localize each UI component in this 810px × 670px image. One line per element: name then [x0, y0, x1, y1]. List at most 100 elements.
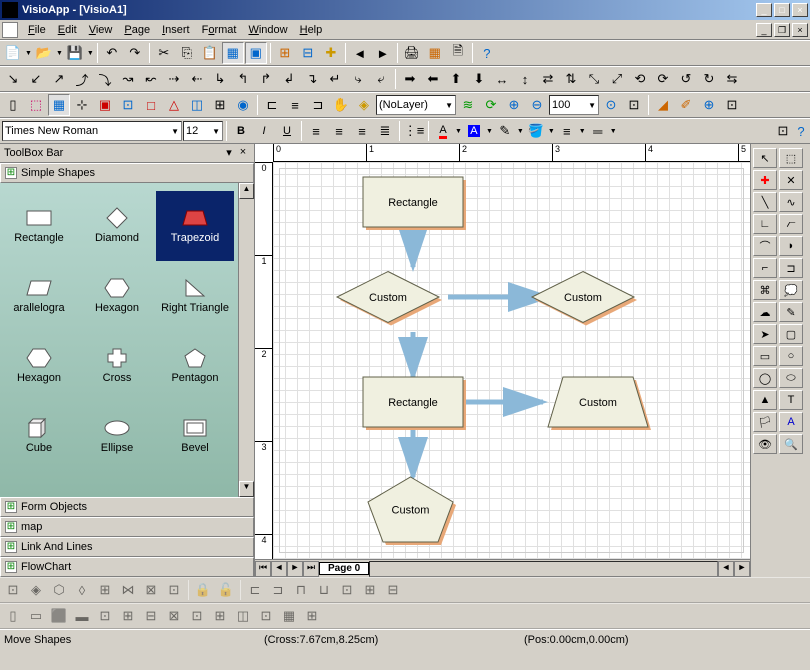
arrow-14[interactable]: ↻: [698, 68, 720, 90]
next-button[interactable]: ►: [372, 42, 394, 64]
layer-combo[interactable]: (NoLayer)▼: [376, 95, 456, 115]
undo-button[interactable]: ↶: [101, 42, 123, 64]
snap-8[interactable]: ◉: [232, 94, 254, 116]
shape-item-diamond[interactable]: Diamond: [78, 191, 156, 261]
fillcolor-button[interactable]: 🪣: [525, 120, 547, 142]
rtool-image[interactable]: ▲: [753, 390, 777, 410]
aux-a[interactable]: ⊡: [774, 120, 792, 142]
shape-item-bevel[interactable]: Bevel: [156, 401, 234, 471]
tool-a-button[interactable]: ▦: [222, 42, 244, 64]
zoomout-button[interactable]: ⊖: [526, 94, 548, 116]
align-left-button[interactable]: ≡: [305, 120, 327, 142]
rtool-ellipse[interactable]: ◯: [753, 368, 777, 388]
maximize-button[interactable]: □: [774, 3, 790, 17]
rtool-eye[interactable]: 👁: [753, 434, 777, 454]
arrow-9[interactable]: ⤡: [583, 68, 605, 90]
shape-item-trapezoid[interactable]: Trapezoid: [156, 191, 234, 261]
arrow-3[interactable]: ⬆: [445, 68, 467, 90]
zoom-fit[interactable]: ⊙: [600, 94, 622, 116]
tab-next[interactable]: ►: [287, 561, 303, 577]
menu-file[interactable]: File: [22, 22, 52, 38]
b1-9[interactable]: ⊏: [244, 579, 266, 601]
b1-unlock[interactable]: 🔓: [215, 579, 237, 601]
cut-button[interactable]: ✂: [153, 42, 175, 64]
b1-3[interactable]: ⬡: [48, 579, 70, 601]
conn-13[interactable]: ↲: [278, 68, 300, 90]
preview-button[interactable]: 🗎: [447, 42, 469, 64]
tab-first[interactable]: ⏮: [255, 561, 271, 577]
b1-13[interactable]: ⊡: [336, 579, 358, 601]
linestyle-button[interactable]: ≡: [556, 120, 578, 142]
rtool-search[interactable]: 🔍: [779, 434, 803, 454]
rtool-line[interactable]: ╲: [753, 192, 777, 212]
save-button[interactable]: 💾: [64, 42, 86, 64]
b1-8[interactable]: ⊡: [163, 579, 185, 601]
b1-11[interactable]: ⊓: [290, 579, 312, 601]
rtool-circle[interactable]: ○: [779, 346, 803, 366]
shape-item-rectangle[interactable]: Rectangle: [0, 191, 78, 261]
arrow-6[interactable]: ↕: [514, 68, 536, 90]
conn-11[interactable]: ↰: [232, 68, 254, 90]
layers-button[interactable]: ≋: [457, 94, 479, 116]
zoomin-button[interactable]: ⊕: [503, 94, 525, 116]
scroll-right[interactable]: ►: [734, 561, 750, 577]
b2-3[interactable]: ⬛: [48, 605, 70, 627]
layer-button[interactable]: ◈: [353, 94, 375, 116]
help-button[interactable]: ?: [476, 42, 498, 64]
align-1[interactable]: ⊏: [261, 94, 283, 116]
arrow-13[interactable]: ↺: [675, 68, 697, 90]
toolbox-close[interactable]: ×: [236, 146, 250, 160]
rtool-think[interactable]: 💭: [779, 280, 803, 300]
linecolor-button[interactable]: ✎: [494, 120, 516, 142]
shape-item-hexagon[interactable]: Hexagon: [0, 331, 78, 401]
arrow-2[interactable]: ⬅: [422, 68, 444, 90]
toolbox-scrollbar[interactable]: ▲ ▼: [238, 183, 254, 497]
rtool-semicircle[interactable]: ◗: [779, 236, 803, 256]
grid-toggle[interactable]: ▦: [48, 94, 70, 116]
rtool-pen[interactable]: ✎: [779, 302, 803, 322]
open-button[interactable]: 📂: [33, 42, 55, 64]
minimize-button[interactable]: _: [756, 3, 772, 17]
shape-item-hexagon[interactable]: Hexagon: [78, 261, 156, 331]
b2-7[interactable]: ⊟: [140, 605, 162, 627]
conn-12[interactable]: ↱: [255, 68, 277, 90]
conn-2[interactable]: ↙: [25, 68, 47, 90]
conn-14[interactable]: ↴: [301, 68, 323, 90]
rtool-cloud[interactable]: ☁: [753, 302, 777, 322]
align-right-button[interactable]: ≡: [351, 120, 373, 142]
tab-last[interactable]: ⏭: [303, 561, 319, 577]
ext-2[interactable]: ✐: [675, 94, 697, 116]
snap-2[interactable]: ▣: [94, 94, 116, 116]
select-tool[interactable]: ⬚: [25, 94, 47, 116]
conn-9[interactable]: ⇠: [186, 68, 208, 90]
paste-button[interactable]: 📋: [199, 42, 221, 64]
rtool-callout[interactable]: ⌘: [753, 280, 777, 300]
shape-item-right-triangle[interactable]: Right Triangle: [156, 261, 234, 331]
b2-14[interactable]: ⊞: [301, 605, 323, 627]
arrow-7[interactable]: ⇄: [537, 68, 559, 90]
b1-lock[interactable]: 🔒: [192, 579, 214, 601]
rtool-bracket[interactable]: ⊐: [779, 258, 803, 278]
menu-insert[interactable]: Insert: [156, 22, 196, 38]
b1-5[interactable]: ⊞: [94, 579, 116, 601]
rtool-select[interactable]: ⬚: [779, 148, 803, 168]
menu-edit[interactable]: Edit: [52, 22, 83, 38]
conn-17[interactable]: ⤶: [370, 68, 392, 90]
mdi-restore-button[interactable]: ❐: [774, 23, 790, 37]
b1-1[interactable]: ⊡: [2, 579, 24, 601]
b1-7[interactable]: ⊠: [140, 579, 162, 601]
cat-flowchart[interactable]: ⊞FlowChart: [0, 557, 254, 577]
cat-form-objects[interactable]: ⊞Form Objects: [0, 497, 254, 517]
align-3[interactable]: ⊐: [307, 94, 329, 116]
rtool-a[interactable]: A: [779, 412, 803, 432]
close-button[interactable]: ×: [792, 3, 808, 17]
redo-button[interactable]: ↷: [124, 42, 146, 64]
page-tab[interactable]: Page 0: [319, 562, 369, 575]
refresh-button[interactable]: ⟳: [480, 94, 502, 116]
rtool-rect[interactable]: ▭: [753, 346, 777, 366]
pan-tool[interactable]: ✋: [330, 94, 352, 116]
prev-button[interactable]: ◄: [349, 42, 371, 64]
bold-button[interactable]: B: [230, 120, 252, 142]
mdi-close-button[interactable]: ×: [792, 23, 808, 37]
rtool-conn[interactable]: ⌐: [753, 258, 777, 278]
